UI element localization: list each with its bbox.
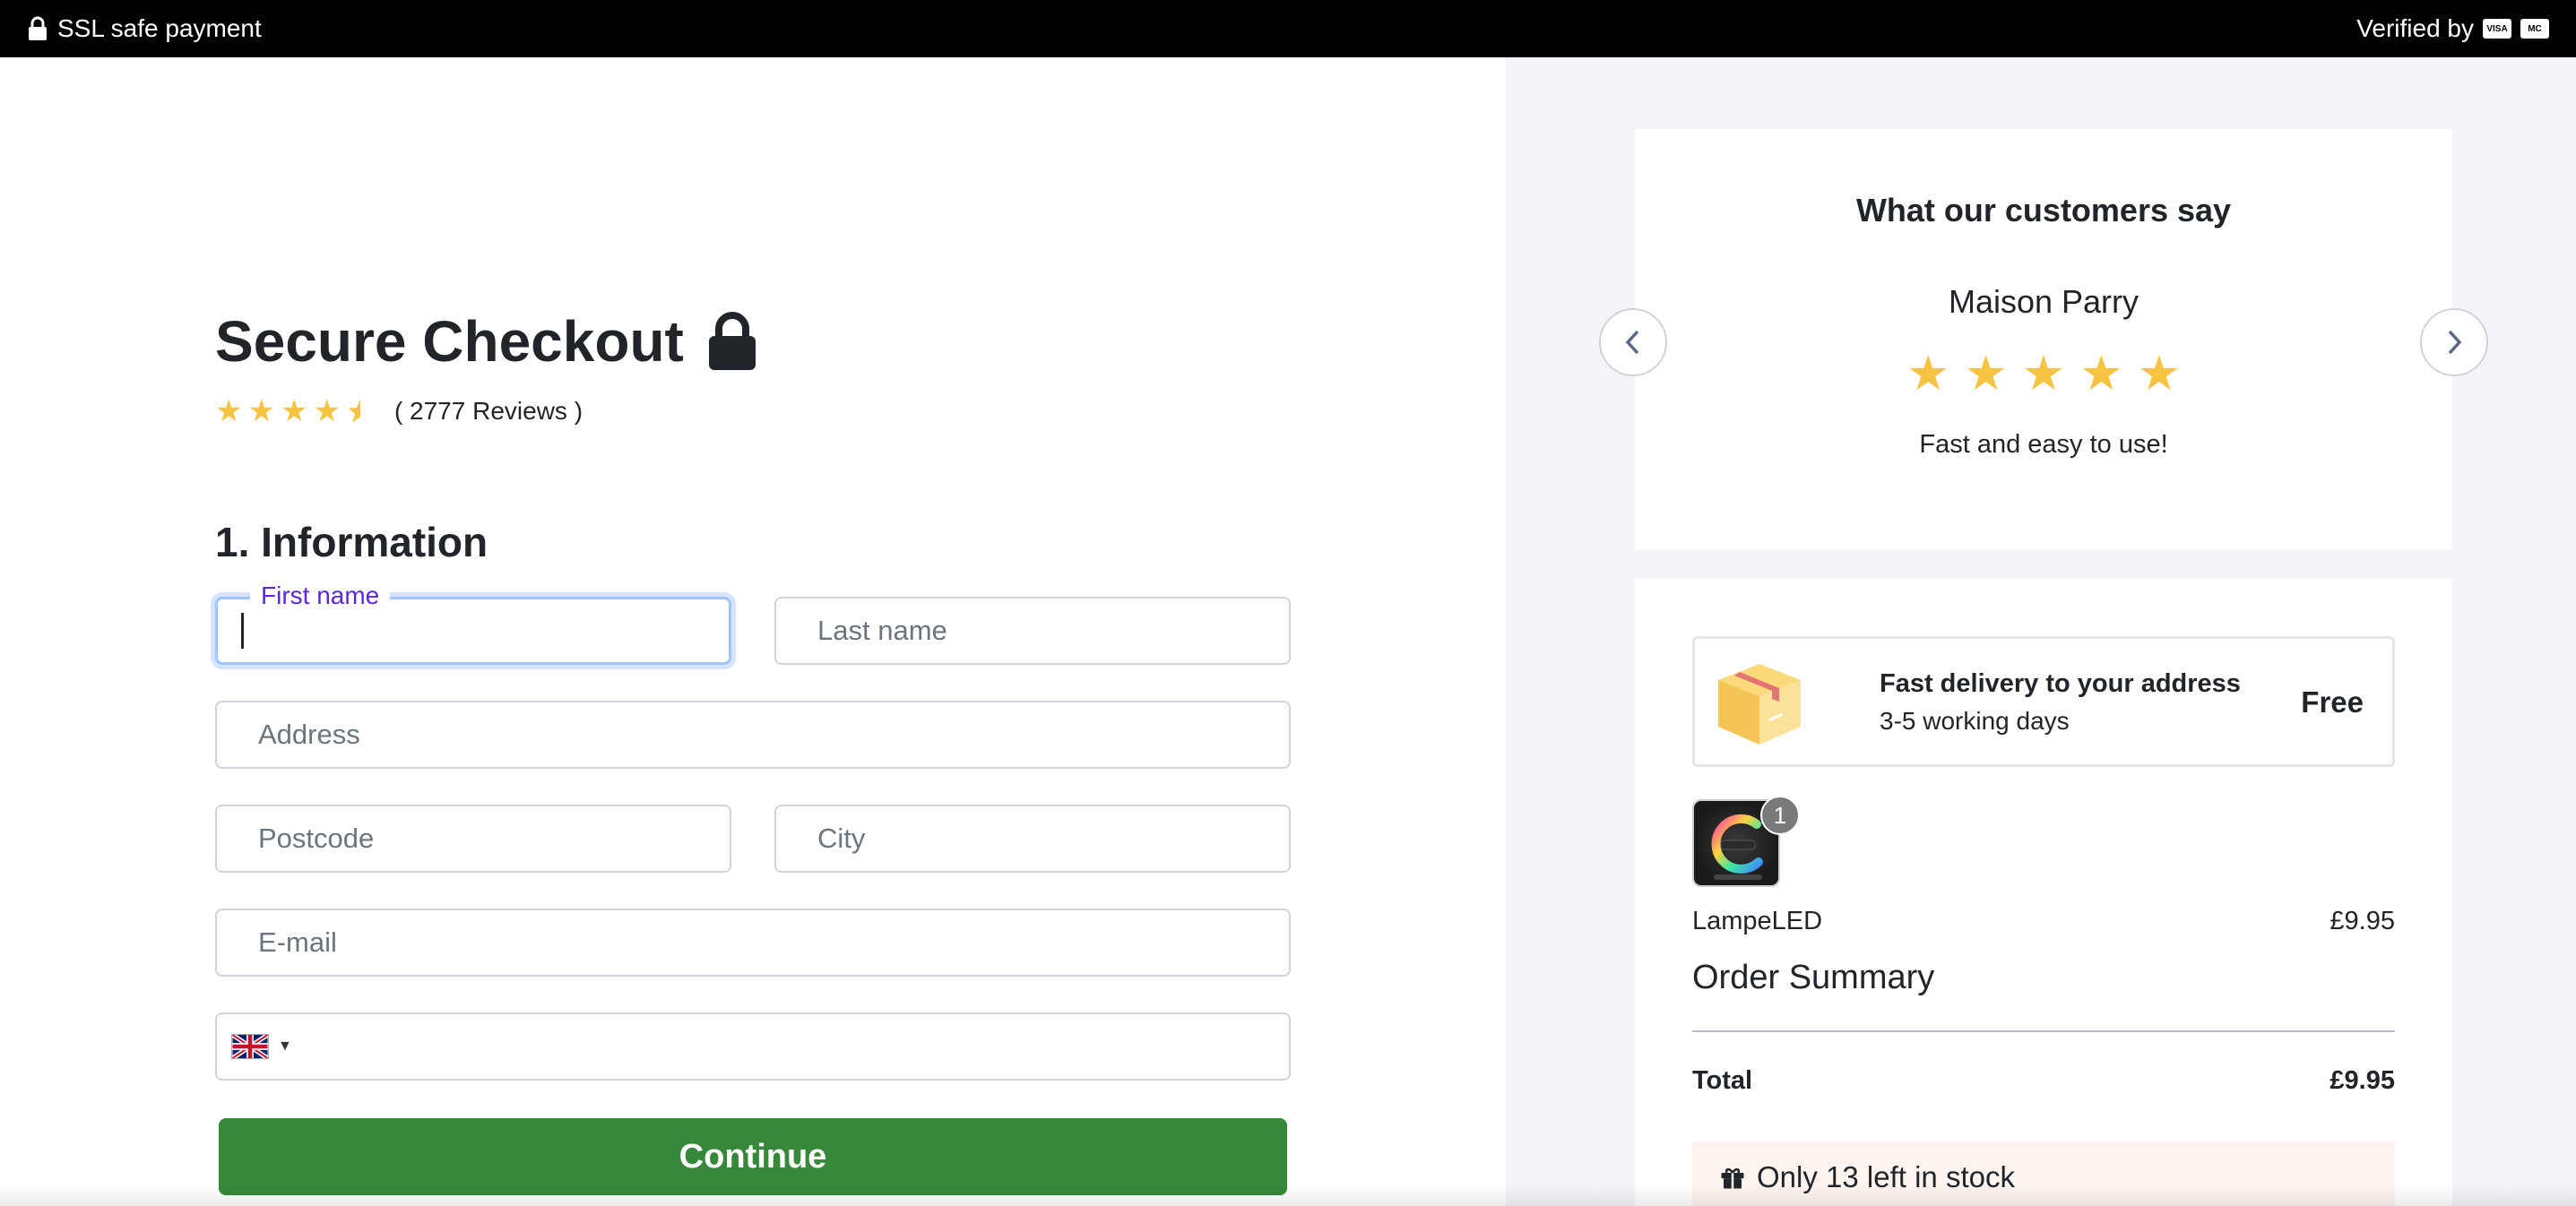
verified-text: Verified by <box>2356 14 2474 42</box>
delivery-option[interactable]: Fast delivery to your address 3-5 workin… <box>1692 636 2395 767</box>
star-icon: ★ <box>1906 347 1950 401</box>
testimonial-heading: What our customers say <box>1855 192 2232 228</box>
lock-icon <box>29 16 47 40</box>
chevron-right-icon <box>2448 330 2462 355</box>
star-icon: ★ <box>247 394 275 428</box>
summary-divider <box>1692 1030 2395 1032</box>
continue-button[interactable]: Continue <box>219 1118 1287 1195</box>
first-name-label: First name <box>250 581 391 610</box>
star-icon: ★ <box>2137 347 2182 401</box>
security-bar: SSL safe payment Verified by VISA MC <box>0 0 2576 57</box>
half-star-icon <box>348 399 360 422</box>
gift-icon <box>1721 1168 1744 1189</box>
star-icon: ★ <box>2079 347 2123 401</box>
uk-flag-icon <box>231 1034 269 1059</box>
prev-testimonial-button[interactable] <box>1599 308 1667 376</box>
testimonial-card: What our customers say Maison Parry ★ ★ … <box>1635 129 2452 550</box>
package-icon <box>1718 664 1801 745</box>
stock-text: Only 13 left in stock <box>1757 1160 2015 1193</box>
total-value: £9.95 <box>2330 1066 2395 1095</box>
page-title: Secure Checkout <box>215 308 759 375</box>
delivery-price: Free <box>2301 685 2364 719</box>
star-icon: ★ <box>1964 347 2008 401</box>
chevron-left-icon <box>1625 330 1639 355</box>
stock-notice: Only 13 left in stock <box>1692 1141 2395 1206</box>
testimonial-quote: Fast and easy to use! <box>1919 430 2168 459</box>
page-title-text: Secure Checkout <box>215 309 684 374</box>
mastercard-icon: MC <box>2520 19 2549 39</box>
postcode-field[interactable]: Postcode <box>215 805 731 873</box>
star-icon: ★ <box>280 394 308 428</box>
reviewer-name: Maison Parry <box>1948 283 2139 320</box>
delivery-time: 3-5 working days <box>1880 707 2070 735</box>
rating-summary: ★ ★ ★ ★ ( 2777 Reviews ) <box>215 396 583 426</box>
delivery-title: Fast delivery to your address <box>1880 669 2241 698</box>
order-card: Fast delivery to your address 3-5 workin… <box>1635 579 2452 1206</box>
phone-field[interactable]: ▼ <box>215 1012 1291 1081</box>
ssl-text: SSL safe payment <box>57 14 262 42</box>
ssl-indicator: SSL safe payment <box>27 14 262 43</box>
text-cursor <box>241 613 244 649</box>
city-field[interactable]: City <box>774 805 1291 873</box>
total-label: Total <box>1692 1066 1753 1095</box>
lock-icon <box>708 312 756 370</box>
email-field[interactable]: E-mail <box>215 909 1291 977</box>
item-quantity-badge: 1 <box>1760 796 1800 835</box>
reviews-count[interactable]: ( 2777 Reviews ) <box>394 397 583 426</box>
item-name: LampeLED <box>1692 907 1823 935</box>
verified-by: Verified by VISA MC <box>2356 14 2549 43</box>
visa-icon: VISA <box>2483 19 2511 39</box>
star-icon: ★ <box>313 394 341 428</box>
star-icon: ★ <box>2021 347 2066 401</box>
section-title-information: 1. Information <box>215 519 488 565</box>
first-name-field[interactable]: First name <box>215 581 731 665</box>
country-selector[interactable]: ▼ <box>231 1034 292 1059</box>
caret-down-icon: ▼ <box>278 1038 292 1054</box>
reviewer-rating: ★ ★ ★ ★ ★ <box>1635 349 2452 398</box>
address-field[interactable]: Address <box>215 701 1291 769</box>
item-price: £9.95 <box>2330 907 2395 935</box>
next-testimonial-button[interactable] <box>2420 308 2488 376</box>
star-icon: ★ <box>215 394 243 428</box>
last-name-field[interactable]: Last name <box>774 597 1291 665</box>
order-summary-title: Order Summary <box>1692 959 1935 996</box>
